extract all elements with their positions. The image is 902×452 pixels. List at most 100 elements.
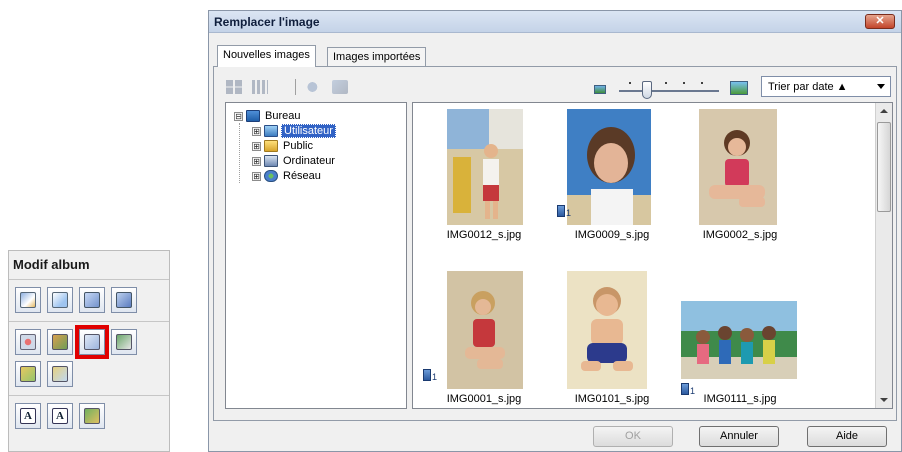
close-button[interactable]: ✕ xyxy=(865,14,895,29)
thumbnail-image xyxy=(447,109,523,225)
rotate-right-button[interactable] xyxy=(47,287,73,313)
tab-imported-images[interactable]: Images importées xyxy=(327,47,427,67)
sort-dropdown[interactable]: Trier par date ▲ xyxy=(761,76,891,97)
usage-count-badge: 1 xyxy=(557,205,571,219)
thumbnail-item[interactable]: IMG0012_s.jpg xyxy=(419,109,549,249)
page-icon xyxy=(116,292,132,308)
close-icon: ✕ xyxy=(875,15,885,27)
rotate-icon xyxy=(306,80,322,94)
date-button[interactable] xyxy=(79,403,105,429)
add-image-icon xyxy=(52,334,68,350)
thumbnail-item[interactable]: IMG0101_s.jpg xyxy=(547,271,677,408)
computer-icon xyxy=(264,155,278,167)
preview-icon xyxy=(332,80,348,94)
tab-label: Images importées xyxy=(333,51,421,63)
album-panel-title: Modif album xyxy=(13,257,90,272)
help-button[interactable]: Aide xyxy=(807,426,887,447)
tree-item-ordinateur[interactable]: ⊞ Ordinateur xyxy=(252,154,337,168)
toolbar-separator xyxy=(295,79,296,95)
vertical-scrollbar[interactable] xyxy=(875,103,892,408)
scroll-up-icon[interactable] xyxy=(880,109,888,113)
rotate-left-button[interactable] xyxy=(15,287,41,313)
tree-item-label: Public xyxy=(283,140,313,152)
add-image-button[interactable] xyxy=(47,329,73,355)
layout-button[interactable] xyxy=(79,287,105,313)
panel-divider xyxy=(9,279,169,280)
folder-tree[interactable]: ⊟ Bureau ⊞ Utilisateur ⊞ Public ⊞ Ordina… xyxy=(225,102,407,409)
thumbnail-image xyxy=(699,109,777,225)
text-properties-icon: A xyxy=(52,408,68,424)
thumbnail-grid[interactable]: IMG0012_s.jpg 1 IMG0009_s.jpg IMG0002_s.… xyxy=(412,102,893,409)
thumbnail-filename: IMG0101_s.jpg xyxy=(574,393,650,405)
thumbnail-filename: IMG0111_s.jpg xyxy=(703,393,777,405)
layout-icon xyxy=(84,292,100,308)
slider-tick xyxy=(683,82,685,84)
frame-button[interactable] xyxy=(15,361,41,387)
expand-icon[interactable]: ⊞ xyxy=(252,126,261,136)
tree-item-reseau[interactable]: ⊞ Réseau xyxy=(252,169,323,183)
expand-icon[interactable]: ⊞ xyxy=(252,156,261,166)
image-properties-icon xyxy=(116,334,132,350)
zoom-slider-thumb[interactable] xyxy=(642,81,652,99)
expand-icon[interactable]: ⊞ xyxy=(252,141,261,151)
view-large-button[interactable] xyxy=(223,77,245,97)
thumbnail-filename: IMG0012_s.jpg xyxy=(446,229,522,241)
album-edit-panel: Modif album A A xyxy=(8,250,170,452)
zoom-slider[interactable] xyxy=(619,90,719,92)
ok-button[interactable]: OK xyxy=(593,426,673,447)
usage-count: 1 xyxy=(432,372,438,382)
thumbnail-item[interactable]: 1 IMG0009_s.jpg xyxy=(547,109,677,249)
rotate-button[interactable] xyxy=(303,77,325,97)
network-icon xyxy=(264,170,278,182)
scrollbar-thumb[interactable] xyxy=(877,122,891,212)
view-small-button[interactable] xyxy=(249,77,271,97)
usage-count-badge: 1 xyxy=(423,369,437,383)
tree-guide-line xyxy=(239,123,240,183)
add-text-button[interactable]: A xyxy=(15,403,41,429)
thumbnail-item[interactable]: IMG0002_s.jpg xyxy=(675,109,805,249)
thumbnail-item[interactable]: 1 IMG0111_s.jpg xyxy=(675,271,805,408)
thumbnail-image xyxy=(567,271,647,389)
expand-icon[interactable]: ⊞ xyxy=(252,171,261,181)
panel-divider xyxy=(9,321,169,322)
collapse-icon[interactable]: ⊟ xyxy=(234,111,243,121)
rotate-right-icon xyxy=(52,292,68,308)
rotate-left-icon xyxy=(20,292,36,308)
document-icon xyxy=(557,205,565,217)
small-thumbnails-icon xyxy=(252,80,268,94)
sort-value: Trier par date ▲ xyxy=(768,81,848,93)
frame-icon xyxy=(20,366,36,382)
cancel-button[interactable]: Annuler xyxy=(699,426,779,447)
large-thumbnails-icon xyxy=(226,80,242,94)
tree-item-public[interactable]: ⊞ Public xyxy=(252,139,315,153)
replace-image-icon xyxy=(84,334,100,350)
public-folder-icon xyxy=(264,140,278,152)
slider-tick xyxy=(629,82,631,84)
page-button[interactable] xyxy=(111,287,137,313)
desktop-icon xyxy=(246,110,260,122)
thumbnail-item[interactable]: 1 IMG0001_s.jpg xyxy=(419,271,549,408)
image-properties-button[interactable] xyxy=(111,329,137,355)
thumbnail-image xyxy=(681,301,797,379)
thumbnail-filename: IMG0002_s.jpg xyxy=(702,229,778,241)
zoom-in-icon[interactable] xyxy=(730,81,748,95)
scroll-down-icon[interactable] xyxy=(880,398,888,402)
text-properties-button[interactable]: A xyxy=(47,403,73,429)
slider-tick xyxy=(665,82,667,84)
replace-image-dialog: Remplacer l'image ✕ Nouvelles images Ima… xyxy=(208,10,902,452)
panel-divider xyxy=(9,395,169,396)
preview-button[interactable] xyxy=(329,77,351,97)
replace-image-button[interactable] xyxy=(75,325,109,359)
background-button[interactable] xyxy=(15,329,41,355)
tab-new-images[interactable]: Nouvelles images xyxy=(217,45,316,67)
dialog-titlebar: Remplacer l'image ✕ xyxy=(209,11,901,33)
tree-item-utilisateur[interactable]: ⊞ Utilisateur xyxy=(252,124,336,138)
tree-item-label: Utilisateur xyxy=(281,124,336,138)
slider-tick xyxy=(701,82,703,84)
background-icon xyxy=(20,334,36,350)
tree-item-bureau[interactable]: ⊟ Bureau xyxy=(234,109,302,123)
trim-button[interactable] xyxy=(47,361,73,387)
thumbnail-filename: IMG0001_s.jpg xyxy=(446,393,522,405)
dropdown-arrow-icon xyxy=(877,84,885,89)
zoom-out-icon[interactable] xyxy=(594,85,606,94)
